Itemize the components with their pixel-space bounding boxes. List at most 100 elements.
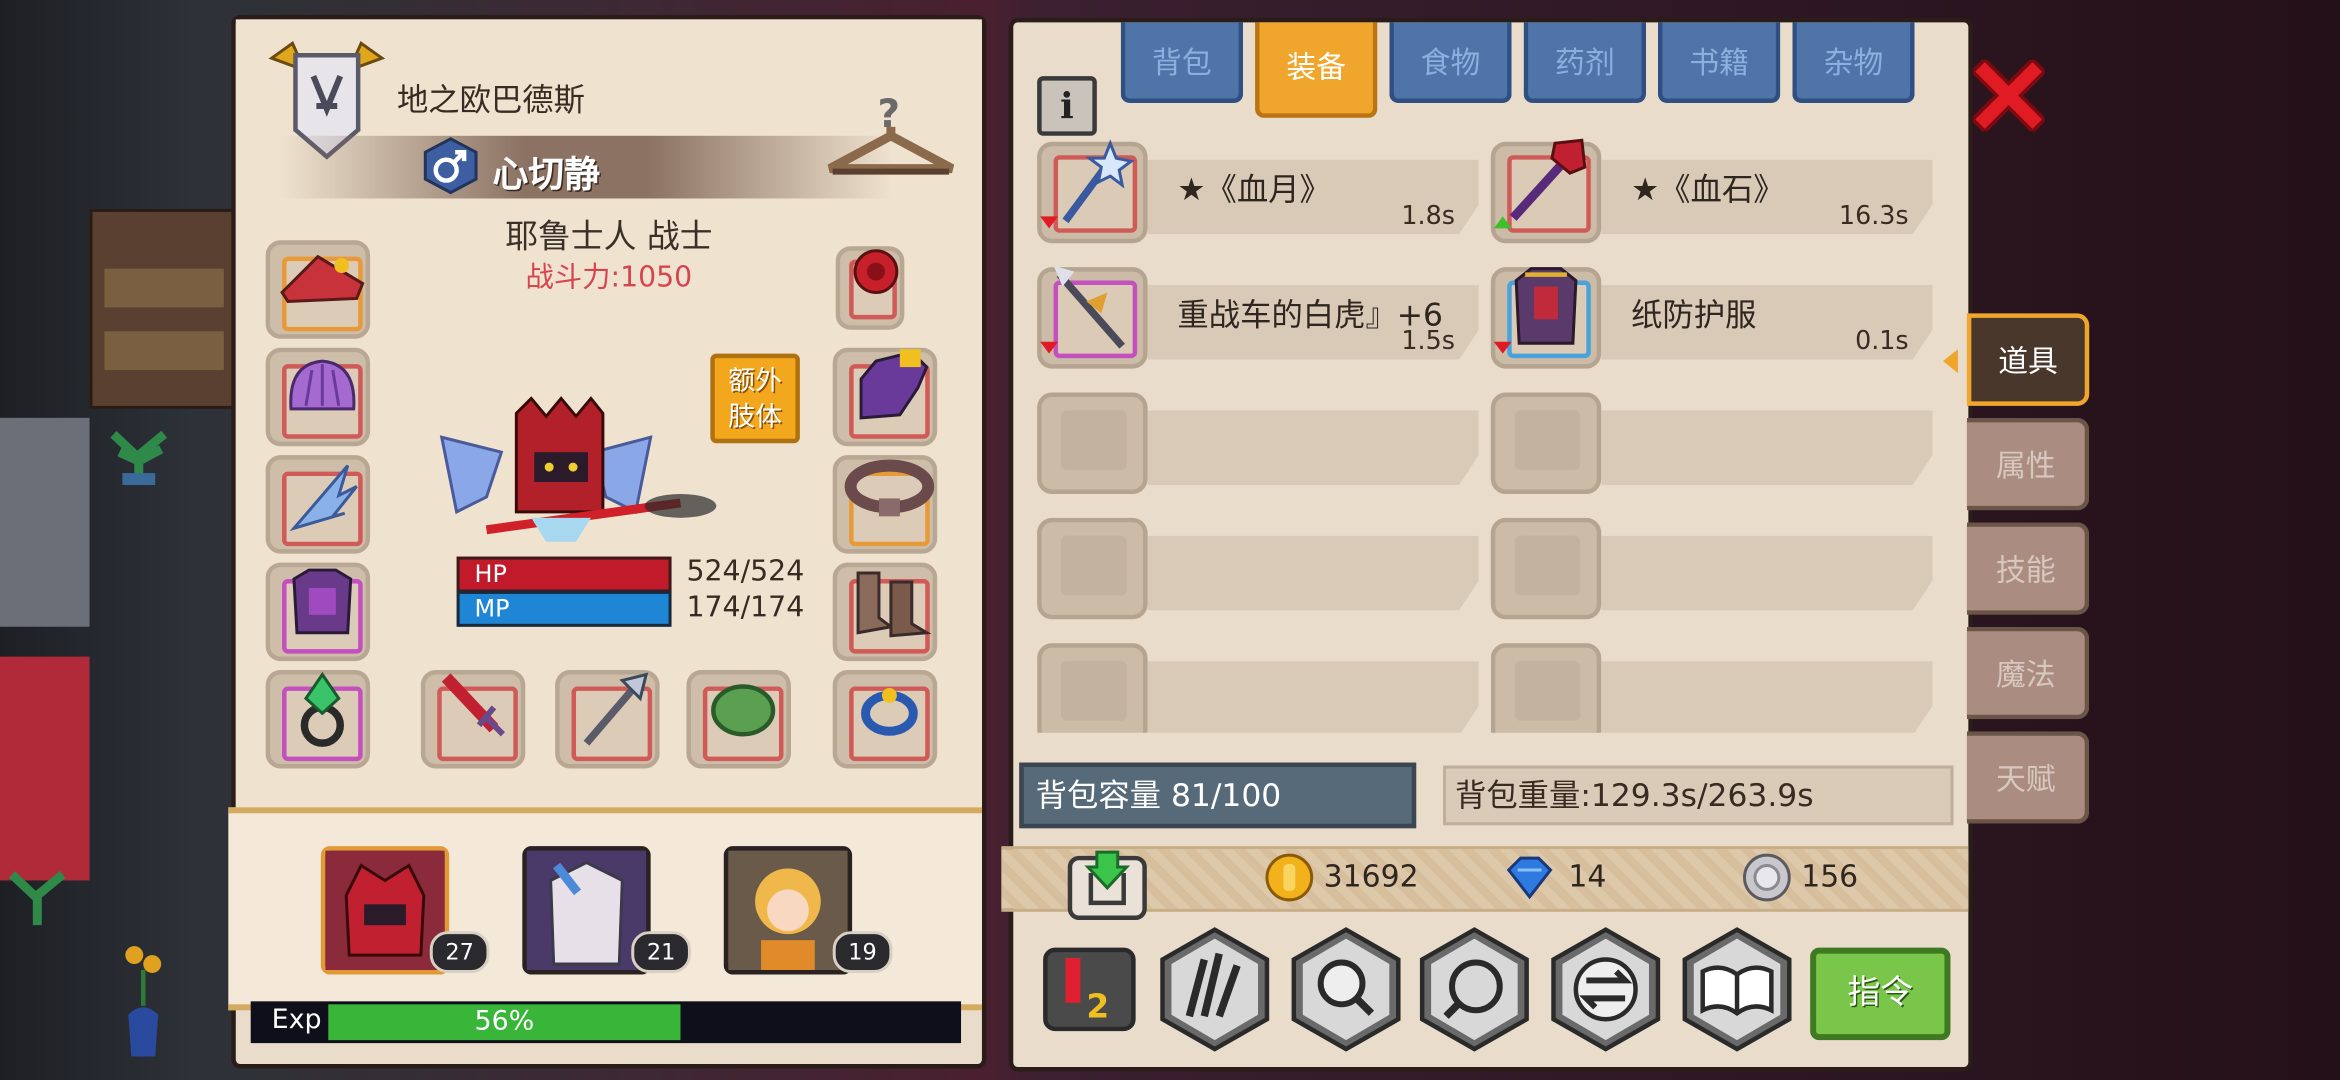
plant-decoration — [110, 430, 167, 485]
empty-item-row — [1037, 392, 1482, 496]
belt-icon — [844, 459, 935, 517]
hero-sprite — [439, 396, 717, 542]
empty-item-row — [1490, 517, 1936, 622]
mp-value: 174/174 — [686, 590, 805, 624]
magnify-icon[interactable] — [1291, 927, 1401, 1052]
tab-potion[interactable]: 药剂 — [1523, 22, 1647, 103]
svg-text:2: 2 — [1086, 988, 1109, 1026]
glove-slot[interactable] — [832, 347, 938, 447]
party-member-card[interactable]: 19 — [723, 846, 893, 975]
armor-slot[interactable] — [265, 562, 371, 662]
girl-portrait — [728, 850, 848, 970]
page-1-2-icon: 2 — [1065, 958, 1109, 1026]
shoulder-slot[interactable] — [265, 347, 371, 447]
extra-limb-label-1: 额外 — [728, 365, 782, 397]
active-side-tab-pointer — [1942, 349, 1958, 374]
downgrade-arrow-icon — [1040, 216, 1059, 229]
exp-label: Exp — [271, 1004, 322, 1036]
side-tab-items[interactable]: 道具 — [1966, 313, 2090, 406]
close-icon[interactable] — [1972, 59, 2045, 132]
shell-icon — [289, 359, 356, 411]
side-tab-talent[interactable]: 天赋 — [1966, 731, 2090, 824]
empty-item-row — [1490, 643, 1936, 733]
stone-icon — [711, 684, 776, 737]
item-row[interactable]: 重战车的白虎』+6 1.5s — [1037, 265, 1482, 371]
mp-bar: MP — [456, 590, 672, 627]
silver-coin-icon — [1743, 853, 1791, 902]
item-weight: 1.8s — [1401, 201, 1455, 232]
weapon-slot[interactable] — [420, 670, 526, 769]
belt-slot[interactable] — [832, 455, 938, 554]
boots-icon — [856, 571, 932, 638]
background-cabinet — [0, 656, 90, 881]
item-name: ★《血石》 — [1631, 171, 1785, 208]
empty-item-row — [1037, 643, 1482, 733]
item-name: ★《血月》 — [1177, 171, 1331, 208]
character-panel: 地之欧巴德斯 心切静 ? 耶鲁士人 战士 战斗力:1050 额外 肢体 HP M… — [228, 14, 987, 1069]
search-icon[interactable] — [1419, 927, 1529, 1052]
gem-amount: 14 — [1568, 858, 1607, 894]
party-level-badge: 27 — [429, 931, 490, 973]
background-books — [104, 268, 224, 308]
silver-amount: 156 — [1801, 858, 1859, 894]
hat-icon — [280, 254, 365, 303]
knight-portrait — [526, 850, 647, 970]
bag-weight: 背包重量:129.3s/263.9s — [1443, 765, 1954, 826]
tab-backpack[interactable]: 背包 — [1120, 22, 1244, 103]
gold-amount: 31692 — [1323, 858, 1419, 894]
side-tab-attributes[interactable]: 属性 — [1966, 417, 2090, 511]
info-icon[interactable]: i — [1037, 76, 1097, 136]
bag-capacity: 背包容量 81/100 — [1019, 762, 1417, 829]
side-tab-magic[interactable]: 魔法 — [1966, 626, 2090, 720]
flower-vase-decoration — [125, 946, 162, 1057]
boots-slot[interactable] — [832, 562, 938, 662]
equipment-area: 地之欧巴德斯 心切静 ? 耶鲁士人 战士 战斗力:1050 额外 肢体 HP M… — [235, 19, 982, 808]
tab-equipment[interactable]: 装备 — [1255, 22, 1378, 118]
hp-value: 524/524 — [686, 555, 805, 588]
upgrade-arrow-icon — [1493, 216, 1512, 229]
tab-food[interactable]: 食物 — [1389, 22, 1512, 103]
claw-icon[interactable] — [1160, 927, 1270, 1052]
inventory-panel: 背包 装备 食物 药剂 书籍 杂物 i ★《血月》 1.8s ★《血石》 16.… — [1001, 17, 1973, 1072]
plant-decoration — [8, 871, 66, 926]
extra-limb-label-2: 肢体 — [728, 401, 782, 433]
armor-icon — [292, 568, 353, 635]
party-level-badge: 21 — [631, 931, 691, 973]
amulet-icon — [853, 249, 899, 294]
accessory-slot[interactable] — [686, 670, 791, 769]
gem-icon — [1506, 856, 1553, 900]
swap-icon[interactable] — [1550, 927, 1661, 1052]
item-row[interactable]: 纸防护服 0.1s — [1490, 267, 1936, 371]
exp-percent: 56% — [474, 1005, 535, 1038]
offhand-slot[interactable] — [555, 670, 660, 769]
glove-icon — [859, 349, 929, 420]
helmet-slot[interactable] — [265, 240, 371, 339]
party-member-card[interactable]: 27 — [320, 846, 490, 975]
sword-icon — [441, 673, 506, 737]
wing-slot[interactable] — [265, 455, 371, 554]
party-level-badge: 19 — [832, 931, 893, 973]
party-bar: 27 21 19 — [228, 807, 982, 1011]
book-icon[interactable] — [1682, 927, 1792, 1052]
tab-misc[interactable]: 杂物 — [1792, 22, 1915, 103]
item-row[interactable]: ★《血石》 16.3s — [1490, 138, 1936, 246]
page-toggle-button[interactable]: 2 — [1043, 947, 1136, 1032]
ring-slot[interactable] — [265, 670, 371, 769]
tab-books[interactable]: 书籍 — [1657, 22, 1781, 103]
party-member-card[interactable]: 21 — [522, 846, 691, 975]
item-row[interactable]: ★《血月》 1.8s — [1037, 139, 1482, 246]
download-icon[interactable] — [1064, 846, 1151, 924]
item-weight: 0.1s — [1855, 326, 1909, 357]
empty-item-row — [1037, 517, 1482, 622]
class-title: 心切静 — [492, 153, 600, 196]
empty-item-row — [1490, 392, 1936, 496]
hanger-icon[interactable]: ? — [821, 88, 961, 186]
exp-bar: Exp 56% — [250, 1001, 962, 1044]
hp-bar: HP — [456, 556, 672, 593]
command-button[interactable]: 指令 — [1810, 947, 1951, 1041]
side-tab-skills[interactable]: 技能 — [1966, 522, 2090, 615]
amulet-slot[interactable] — [835, 246, 905, 330]
bracelet-slot[interactable] — [832, 670, 938, 769]
mp-label: MP — [474, 593, 510, 623]
ring-icon — [300, 671, 344, 747]
